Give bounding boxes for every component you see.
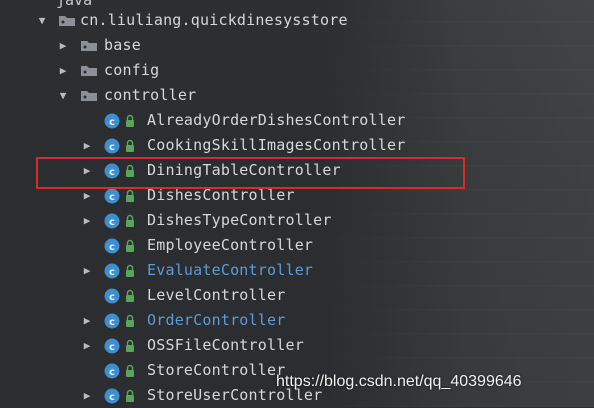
svg-text:c: c — [109, 342, 115, 353]
tree-item-label: LevelController — [147, 286, 286, 304]
tree-item-label: DishesTypeController — [147, 211, 332, 229]
chevron-right-icon[interactable]: ▶ — [82, 215, 92, 226]
chevron-right-icon[interactable]: ▶ — [82, 340, 92, 351]
chevron-right-icon[interactable]: ▶ — [82, 140, 92, 151]
tree-item-config[interactable]: ▶ config — [0, 58, 594, 83]
package-folder-icon — [58, 14, 76, 27]
svg-text:c: c — [109, 367, 115, 378]
tree-item-class[interactable]: ▶ c CookingSkillImagesController — [0, 133, 594, 158]
tree-item-class[interactable]: ▶ c OrderController — [0, 308, 594, 333]
chevron-right-icon[interactable]: ▶ — [82, 390, 92, 401]
class-icon: c — [104, 112, 138, 130]
class-icon: c — [104, 262, 138, 280]
tree-item-package[interactable]: ▼ cn.liuliang.quickdinesysstore — [0, 8, 594, 33]
class-icon: c — [104, 137, 138, 155]
tree-item-label: OrderController — [147, 311, 286, 329]
svg-text:c: c — [109, 392, 115, 403]
svg-text:c: c — [109, 217, 115, 228]
package-folder-icon — [80, 39, 98, 52]
class-icon: c — [104, 337, 138, 355]
tree-item-base[interactable]: ▶ base — [0, 33, 594, 58]
class-icon: c — [104, 287, 138, 305]
chevron-right-icon[interactable]: ▶ — [82, 265, 92, 276]
svg-text:c: c — [109, 267, 115, 278]
tree-item-class[interactable]: c EmployeeController — [0, 233, 594, 258]
class-icon: c — [104, 362, 138, 380]
tree-item-label: AlreadyOrderDishesController — [147, 111, 406, 129]
tree-item-controller[interactable]: ▼ controller — [0, 83, 594, 108]
watermark: https://blog.csdn.net/qq_40399646 — [276, 373, 522, 390]
chevron-right-icon[interactable]: ▶ — [82, 190, 92, 201]
tree-item-label: config — [104, 61, 160, 79]
svg-text:c: c — [109, 142, 115, 153]
selection-highlight-box — [36, 157, 465, 189]
tree-item-label: OSSFileController — [147, 336, 304, 354]
chevron-down-icon[interactable]: ▼ — [37, 15, 47, 26]
class-icon: c — [104, 387, 138, 405]
tree-item-label: CookingSkillImagesController — [147, 136, 406, 154]
tree-item-class[interactable]: ▶ c OSSFileController — [0, 333, 594, 358]
svg-text:c: c — [109, 192, 115, 203]
tree-item-label: StoreController — [147, 361, 286, 379]
tree-item-label: cn.liuliang.quickdinesysstore — [80, 11, 348, 29]
tree-item-label: base — [104, 36, 141, 54]
class-icon: c — [104, 312, 138, 330]
svg-text:c: c — [109, 292, 115, 303]
svg-text:c: c — [109, 242, 115, 253]
tree-item-class[interactable]: c LevelController — [0, 283, 594, 308]
package-folder-icon — [80, 64, 98, 77]
tree-item-class[interactable]: ▶ c EvaluateController — [0, 258, 594, 283]
svg-text:c: c — [109, 117, 115, 128]
chevron-down-icon[interactable]: ▼ — [58, 90, 68, 101]
chevron-right-icon[interactable]: ▶ — [58, 40, 68, 51]
package-folder-icon — [80, 89, 98, 102]
chevron-right-icon[interactable]: ▶ — [58, 65, 68, 76]
svg-text:c: c — [109, 317, 115, 328]
tree-item-class[interactable]: c AlreadyOrderDishesController — [0, 108, 594, 133]
project-tree: java ▼ cn.liuliang.quickdinesysstore ▶ b… — [0, 0, 594, 407]
class-icon: c — [104, 187, 138, 205]
class-icon: c — [104, 237, 138, 255]
tree-item-label: EmployeeController — [147, 236, 314, 254]
class-icon: c — [104, 212, 138, 230]
tree-item-label: controller — [104, 86, 197, 104]
tree-item-class[interactable]: ▶ c DishesTypeController — [0, 208, 594, 233]
tree-item-label: EvaluateController — [147, 261, 314, 279]
chevron-right-icon[interactable]: ▶ — [82, 315, 92, 326]
